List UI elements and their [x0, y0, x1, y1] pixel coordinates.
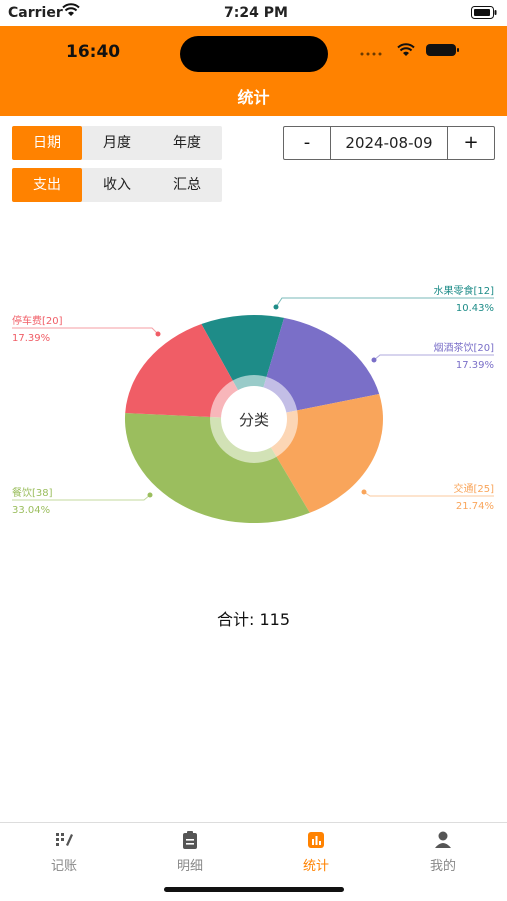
period-segmented-control: 日期 月度 年度: [12, 126, 222, 160]
previous-date-button[interactable]: -: [284, 127, 330, 159]
slice-label: 交通[25]: [453, 482, 494, 495]
date-value[interactable]: 2024-08-09: [330, 127, 448, 159]
tab-year[interactable]: 年度: [152, 126, 222, 160]
home-indicator: [164, 887, 344, 892]
person-icon: [435, 831, 451, 848]
tab-date[interactable]: 日期: [12, 126, 82, 160]
slice-label: 停车费[20]: [12, 314, 63, 327]
wifi-icon: [62, 3, 80, 21]
pie-center-label: 分类: [239, 411, 269, 429]
tab-expense[interactable]: 支出: [12, 168, 82, 202]
date-stepper: - 2024-08-09 +: [283, 126, 495, 160]
bottom-tab-bar: 记账 明细 统计 我的: [0, 822, 507, 901]
tab-mine[interactable]: 我的: [393, 829, 493, 874]
dynamic-island: [180, 36, 328, 72]
battery-icon: [471, 6, 497, 23]
tab-details-label: 明细: [176, 859, 203, 874]
slice-percent: 21.74%: [456, 501, 494, 512]
simulator-time: 7:24 PM: [224, 5, 288, 21]
carrier-label: Carrier: [8, 5, 63, 21]
simulator-status-bar: Carrier 7:24 PM: [0, 0, 507, 26]
tab-statistics[interactable]: 统计: [266, 829, 366, 874]
tab-month[interactable]: 月度: [82, 126, 152, 160]
slice-label: 烟酒茶饮[20]: [433, 341, 494, 354]
total-label: 合计: 115: [216, 610, 291, 629]
slice-label: 餐饮[38]: [12, 486, 53, 499]
slice-percent: 17.39%: [456, 360, 494, 371]
tab-statistics-label: 统计: [302, 859, 329, 874]
device-time: 16:40: [66, 42, 121, 62]
slice-percent: 33.04%: [12, 505, 50, 516]
clipboard-icon: [183, 831, 197, 849]
tab-mine-label: 我的: [429, 859, 456, 874]
tab-summary[interactable]: 汇总: [152, 168, 222, 202]
signal-icon: [360, 52, 382, 56]
tab-details[interactable]: 明细: [140, 829, 240, 874]
slice-percent: 10.43%: [456, 303, 494, 314]
type-segmented-control: 支出 收入 汇总: [12, 168, 222, 202]
page-title: 统计: [237, 88, 270, 107]
tab-income[interactable]: 收入: [82, 168, 152, 202]
device-battery-icon: [426, 44, 459, 56]
next-date-button[interactable]: +: [448, 127, 494, 159]
bar-chart-icon: [308, 832, 324, 848]
slice-percent: 17.39%: [12, 333, 50, 344]
app-header: 16:40 统计: [0, 26, 507, 116]
tab-bookkeeping-label: 记账: [50, 859, 77, 874]
slice-label: 水果零食[12]: [433, 284, 494, 297]
category-pie-chart: 水果零食[12] 10.43% 烟酒茶饮[20] 17.39% 交通[25] 21.74%…: [12, 284, 494, 524]
device-status-icons: [360, 42, 470, 62]
bookkeeping-icon: [56, 833, 73, 846]
device-wifi-icon: [397, 43, 415, 56]
tab-bookkeeping[interactable]: 记账: [14, 829, 114, 874]
